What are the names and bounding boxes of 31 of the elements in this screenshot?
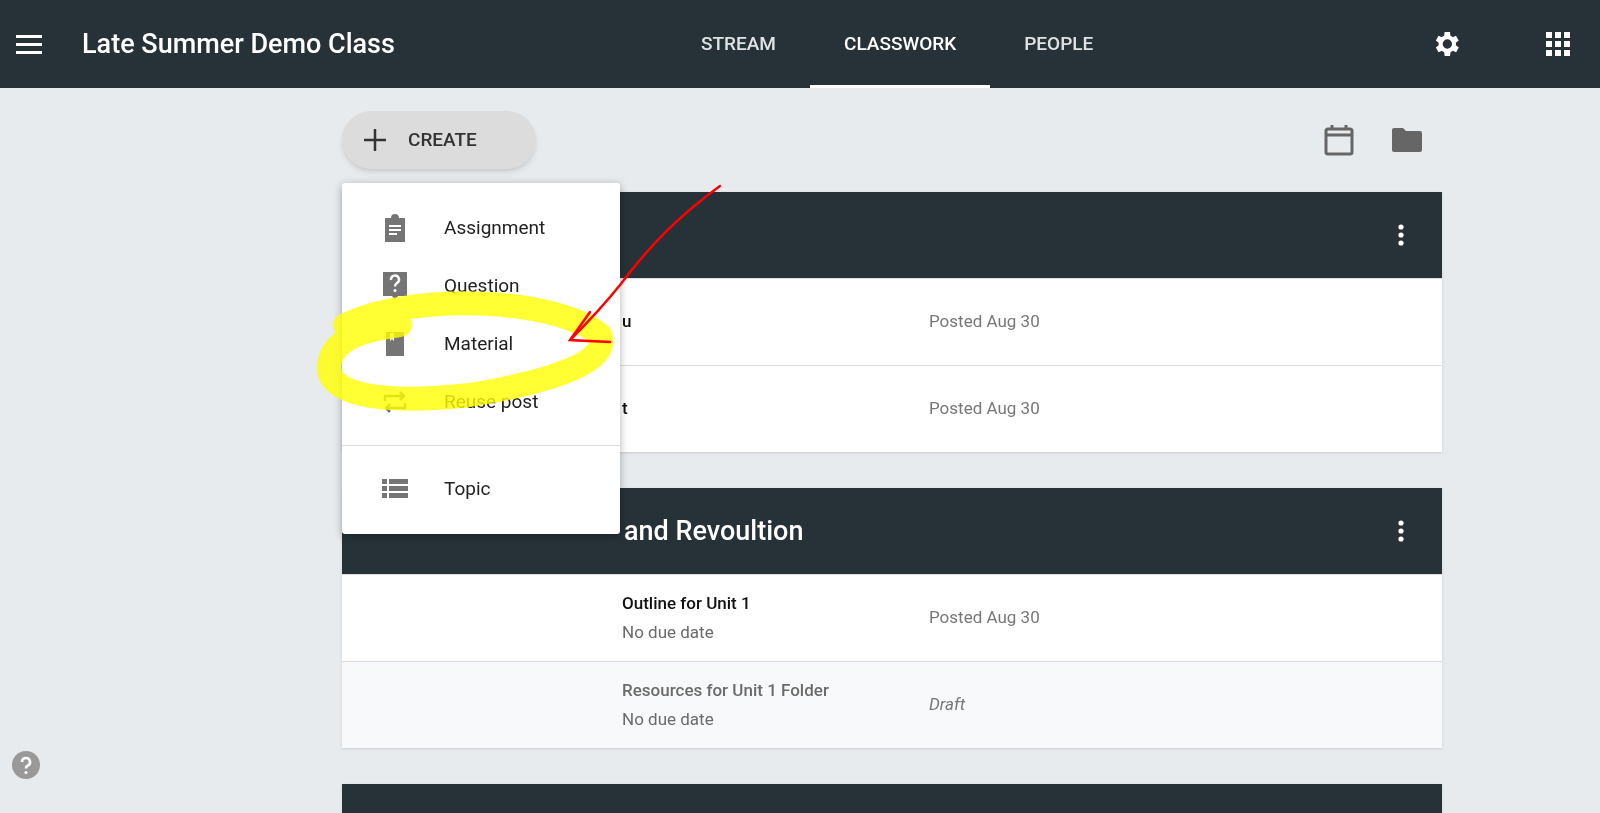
- question-icon: [382, 271, 408, 301]
- item-status: Posted Aug 30: [929, 606, 1040, 630]
- more-icon[interactable]: [1398, 519, 1404, 543]
- classwork-item[interactable]: Outline for Unit 1 No due date Posted Aug 30: [342, 574, 1442, 661]
- item-status: Draft: [929, 693, 966, 717]
- folder-icon[interactable]: [1392, 128, 1422, 152]
- item-status: Posted Aug 30: [929, 397, 1040, 421]
- apps-grid-icon[interactable]: [1546, 32, 1570, 56]
- help-icon[interactable]: [12, 751, 40, 779]
- tab[interactable]: CLASSWORK: [810, 0, 991, 88]
- due-date: No due date: [622, 621, 715, 644]
- topic-heading: and Revoultion: [624, 513, 804, 549]
- item-title: Resources for Unit 1 Folder: [622, 678, 829, 702]
- tab[interactable]: STREAM: [667, 0, 810, 88]
- clipboard-icon: [382, 214, 408, 242]
- plus-icon: [364, 129, 386, 151]
- tab[interactable]: PEOPLE: [990, 0, 1128, 88]
- item-status: Posted Aug 30: [929, 310, 1040, 334]
- menu-icon[interactable]: [16, 34, 42, 54]
- item-title: u: [622, 310, 632, 334]
- menu-item[interactable]: Topic: [342, 460, 620, 518]
- due-date: No due date: [622, 708, 715, 731]
- calendar-icon[interactable]: [1324, 124, 1354, 156]
- list-icon: [382, 479, 408, 499]
- item-title: t: [622, 397, 628, 421]
- item-title: Outline for Unit 1: [622, 591, 751, 615]
- create-button[interactable]: CREATE: [342, 111, 536, 169]
- classwork-item[interactable]: Resources for Unit 1 Folder No due date Draft: [342, 661, 1442, 748]
- more-icon[interactable]: [1398, 223, 1404, 247]
- menu-item[interactable]: Assignment: [342, 199, 620, 257]
- class-title: Late Summer Demo Class: [82, 26, 396, 62]
